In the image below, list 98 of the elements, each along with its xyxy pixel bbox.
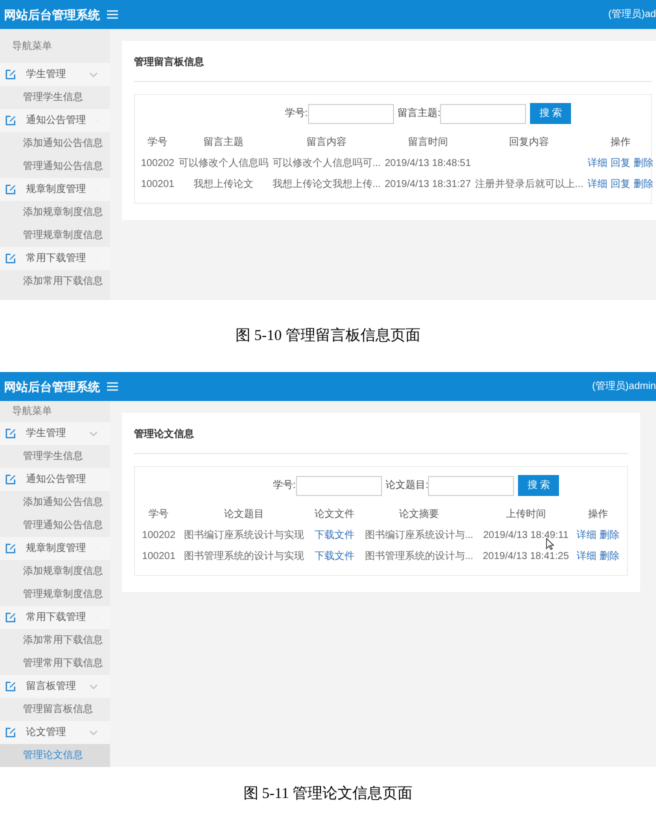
user-label[interactable]: (管理员)admin <box>592 379 656 394</box>
menu-icon[interactable] <box>107 10 118 19</box>
action-link[interactable]: 详细 <box>576 551 597 562</box>
menu-group[interactable]: 学生管理 <box>0 63 110 86</box>
download-link[interactable]: 下载文件 <box>314 530 354 541</box>
search-button[interactable]: 搜 索 <box>530 103 572 124</box>
table-cell-text: 我想上传论文 <box>192 178 254 192</box>
menu-group-label: 规章制度管理 <box>26 182 86 197</box>
search-label: 论文题目: <box>386 478 428 493</box>
table-cell-text: 100202 <box>141 529 176 543</box>
nav-heading: 导航菜单 <box>12 404 52 419</box>
edit-icon <box>5 474 16 485</box>
menu-group-label: 留言板管理 <box>26 680 76 694</box>
download-link[interactable]: 下载文件 <box>314 551 354 562</box>
action-link[interactable]: 详细 <box>587 158 608 169</box>
column-header: 学号 <box>146 136 169 150</box>
table-cell-text: 可以修改个人信息吗 <box>177 156 270 171</box>
menu-group-label: 论文管理 <box>26 726 66 740</box>
table-cell-text: 2019/4/13 18:31:27 <box>384 178 472 192</box>
table-cell-text: 100201 <box>140 178 176 192</box>
menu-group-label: 学生管理 <box>26 426 66 441</box>
column-header: 上传时间 <box>504 508 547 522</box>
edit-icon <box>5 543 16 554</box>
figure-caption: 图 5-10 管理留言板信息页面 <box>236 326 420 346</box>
chevron-down-icon <box>89 684 98 690</box>
search-field[interactable] <box>428 476 514 496</box>
chevron-down-icon <box>89 430 98 436</box>
panel-title: 管理留言板信息 <box>134 57 204 68</box>
menu-item[interactable]: 管理论文信息 <box>0 744 110 767</box>
menu-group[interactable]: 论文管理 <box>0 721 110 744</box>
nav-heading: 导航菜单 <box>12 40 52 54</box>
menu-group[interactable]: 学生管理 <box>0 422 110 445</box>
panel-title: 管理论文信息 <box>134 429 194 440</box>
menu-group-label: 常用下载管理 <box>26 610 86 625</box>
menu-group-label: 规章制度管理 <box>26 542 86 556</box>
action-link[interactable]: 回复 <box>610 158 630 169</box>
table-cell-text: 我想上传论文我想上传... <box>271 178 382 192</box>
menu-group-label: 学生管理 <box>26 68 66 82</box>
table-cell-text: 100201 <box>141 550 176 564</box>
edit-icon <box>5 184 16 195</box>
table-cell-text: 100202 <box>140 157 176 171</box>
user-label[interactable]: (管理员)ad <box>608 7 656 22</box>
search-button[interactable]: 搜 索 <box>518 475 560 496</box>
menu-group[interactable]: 规章制度管理 <box>0 178 110 201</box>
figure-caption: 图 5-11 管理论文信息页面 <box>243 784 413 804</box>
action-link[interactable]: 回复 <box>610 179 630 190</box>
action-link[interactable]: 删除 <box>600 551 620 562</box>
menu-group[interactable]: 通知公告管理 <box>0 468 110 491</box>
table-cell-text: 2019/4/13 18:49:11 <box>482 529 570 543</box>
table-cell-text: 图书管理系统的设计与实现 <box>182 550 305 564</box>
table-cell-text: 2019/4/13 18:48:51 <box>384 157 472 171</box>
column-header: 学号 <box>148 508 170 522</box>
column-header: 操作 <box>609 136 632 150</box>
action-link[interactable]: 详细 <box>576 530 597 541</box>
search-label: 学号: <box>284 107 308 121</box>
action-link[interactable]: 删除 <box>633 179 654 190</box>
menu-group[interactable]: 通知公告管理 <box>0 109 110 132</box>
edit-icon <box>5 428 16 439</box>
menu-group-label: 常用下载管理 <box>26 252 86 266</box>
table-cell-text: 图书编订座系统设计与... <box>364 528 474 543</box>
edit-icon <box>5 727 16 738</box>
table-cell-text: 可以修改个人信息吗可... <box>271 156 382 171</box>
chevron-down-icon <box>89 72 98 78</box>
menu-icon[interactable] <box>107 382 118 391</box>
app-title: 网站后台管理系统 <box>3 6 100 24</box>
menu-group-label: 通知公告管理 <box>26 114 86 128</box>
action-link[interactable]: 删除 <box>633 158 654 169</box>
column-header: 留言内容 <box>306 136 348 150</box>
search-label: 学号: <box>272 479 296 493</box>
menu-group-label: 通知公告管理 <box>26 472 86 487</box>
search-field[interactable] <box>440 104 526 124</box>
action-link[interactable]: 详细 <box>587 179 608 190</box>
edit-icon <box>5 681 16 692</box>
search-label: 留言主题: <box>398 106 440 121</box>
column-header: 论文摘要 <box>398 508 440 522</box>
edit-icon <box>5 115 16 126</box>
menu-group[interactable]: 常用下载管理 <box>0 606 110 629</box>
menu-group[interactable]: 留言板管理 <box>0 675 110 698</box>
edit-icon <box>5 612 16 623</box>
table-cell-text: 图书编订座系统设计与实现 <box>182 528 305 543</box>
menu-group[interactable]: 常用下载管理 <box>0 247 110 270</box>
column-header: 论文文件 <box>313 508 356 522</box>
column-header: 论文题目 <box>222 508 265 522</box>
search-field[interactable] <box>308 104 394 124</box>
table-cell-text: 注册并登录后就可以上... <box>474 178 584 192</box>
column-header: 回复内容 <box>508 136 550 150</box>
column-header: 操作 <box>587 508 610 522</box>
menu-group[interactable]: 规章制度管理 <box>0 537 110 560</box>
edit-icon <box>5 69 16 80</box>
edit-icon <box>5 253 16 264</box>
column-header: 留言时间 <box>406 136 449 150</box>
action-link[interactable]: 删除 <box>600 530 620 541</box>
column-header: 留言主题 <box>202 136 244 150</box>
table-cell-text: 2019/4/13 18:41:25 <box>482 550 570 564</box>
search-field[interactable] <box>296 476 382 496</box>
app-title: 网站后台管理系统 <box>3 378 100 396</box>
chevron-down-icon <box>89 730 98 736</box>
table-cell-text: 图书管理系统的设计与... <box>364 550 474 564</box>
